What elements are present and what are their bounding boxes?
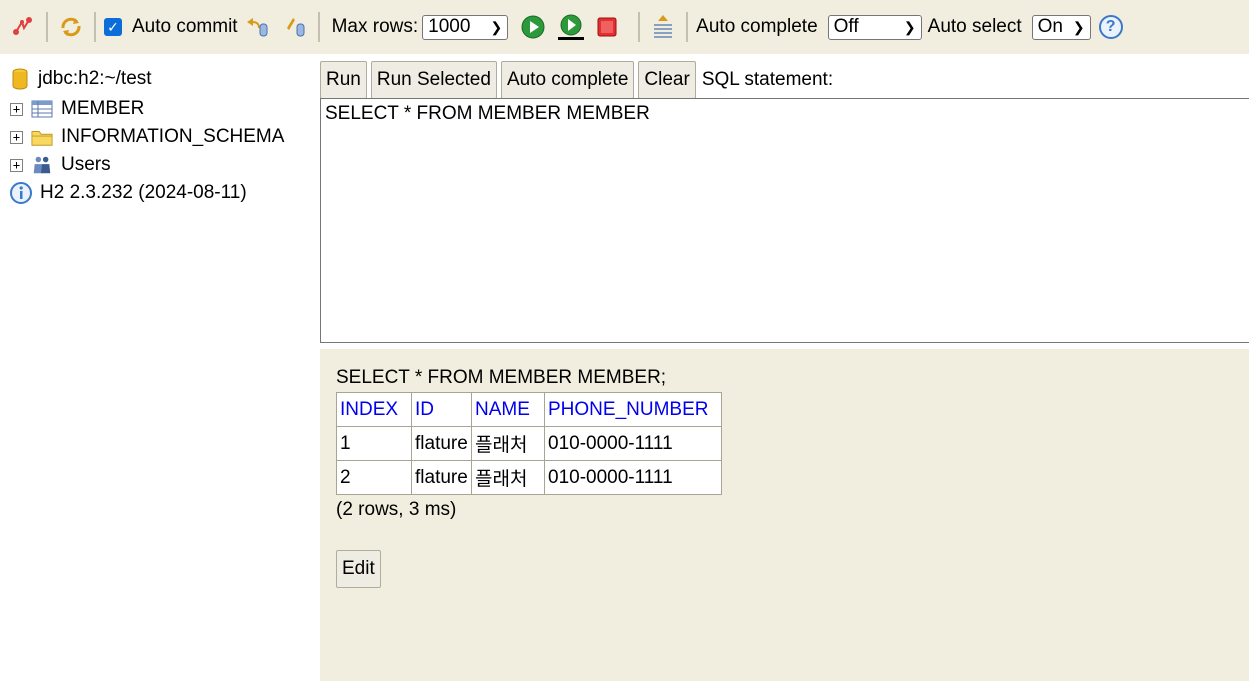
expand-icon[interactable]: + — [10, 158, 23, 172]
folder-icon — [31, 126, 53, 148]
table-header-row: INDEX ID NAME PHONE_NUMBER — [336, 392, 722, 427]
run-icon[interactable] — [518, 12, 548, 42]
auto-select-value: On — [1037, 16, 1063, 37]
table-cell: 플래처 — [471, 426, 545, 461]
column-header-phone-number[interactable]: PHONE_NUMBER — [544, 392, 722, 427]
toolbar-separator — [686, 12, 689, 42]
table-cell: 010-0000-1111 — [544, 460, 722, 495]
edit-button[interactable]: Edit — [336, 550, 381, 588]
toolbar-separator — [46, 12, 48, 42]
table-row: 2 flature 플래처 010-0000-1111 — [336, 460, 722, 495]
tree-item-users[interactable]: + Users — [10, 151, 320, 179]
version-label: H2 2.3.232 (2024-08-11) — [40, 182, 247, 203]
column-header-id[interactable]: ID — [411, 392, 472, 427]
toolbar-separator — [638, 12, 641, 42]
result-query: SELECT * FROM MEMBER MEMBER; — [336, 367, 667, 388]
table-cell: 010-0000-1111 — [544, 426, 722, 461]
result-status: (2 rows, 3 ms) — [336, 499, 457, 520]
commit-icon[interactable] — [280, 12, 310, 42]
max-rows-select[interactable]: 1000 ❯ — [422, 14, 509, 40]
tree-item-information-schema[interactable]: + INFORMATION_SCHEMA — [10, 123, 320, 151]
run-selected-button[interactable]: Run Selected — [370, 61, 497, 99]
result-panel: SELECT * FROM MEMBER MEMBER; INDEX ID NA… — [320, 349, 1249, 681]
tree-connection[interactable]: jdbc:h2:~/test — [10, 65, 320, 93]
chevron-down-icon: ❯ — [1072, 18, 1085, 35]
rollback-icon[interactable] — [242, 12, 272, 42]
column-header-name[interactable]: NAME — [471, 392, 545, 427]
sql-editor-area: Run Run Selected Auto complete Clear SQL… — [320, 54, 1249, 349]
toolbar-separator — [94, 12, 96, 42]
auto-complete-value: Off — [833, 16, 859, 37]
history-icon[interactable] — [648, 12, 678, 42]
info-icon — [10, 182, 32, 204]
database-icon — [10, 68, 30, 90]
users-icon — [31, 154, 53, 176]
auto-complete-select[interactable]: Off ❯ — [827, 14, 922, 40]
tree-item-member[interactable]: + MEMBER — [10, 95, 320, 123]
disconnect-icon[interactable] — [8, 12, 38, 42]
help-icon[interactable]: ? — [1098, 15, 1123, 39]
chevron-down-icon: ❯ — [903, 18, 916, 35]
tree-item-label: INFORMATION_SCHEMA — [61, 126, 285, 147]
clear-button[interactable]: Clear — [638, 61, 696, 99]
table-cell: flature — [411, 426, 472, 461]
tree-item-label: MEMBER — [61, 98, 145, 119]
chevron-down-icon: ❯ — [490, 18, 503, 35]
toolbar: ✓ Auto commit Max rows: 1000 ❯ Auto comp… — [0, 0, 1249, 54]
expand-icon[interactable]: + — [10, 102, 23, 116]
auto-select-label: Auto select — [927, 16, 1022, 37]
auto-select-select[interactable]: On ❯ — [1031, 14, 1091, 40]
max-rows-value: 1000 — [428, 16, 471, 37]
table-cell: 1 — [336, 426, 412, 461]
sql-statement-label: SQL statement: — [701, 69, 834, 90]
expand-icon[interactable]: + — [10, 130, 23, 144]
toolbar-separator — [317, 12, 320, 42]
stop-icon[interactable] — [592, 12, 622, 42]
run-button[interactable]: Run — [320, 61, 367, 99]
auto-complete-label: Auto complete — [696, 16, 818, 37]
tree-version: H2 2.3.232 (2024-08-11) — [10, 179, 320, 207]
auto-commit-checkbox[interactable]: ✓ — [104, 18, 122, 36]
run-selected-icon[interactable] — [556, 12, 586, 42]
sql-input[interactable]: SELECT * FROM MEMBER MEMBER — [320, 98, 1249, 343]
auto-commit-label: Auto commit — [132, 16, 238, 37]
refresh-icon[interactable] — [56, 12, 86, 42]
table-icon — [31, 98, 53, 120]
table-cell: flature — [411, 460, 472, 495]
tree-item-label: Users — [61, 154, 111, 175]
column-header-index[interactable]: INDEX — [336, 392, 412, 427]
editor-button-bar: Run Run Selected Auto complete Clear SQL… — [320, 54, 1249, 100]
table-row: 1 flature 플래처 010-0000-1111 — [336, 426, 722, 461]
table-cell: 2 — [336, 460, 412, 495]
table-cell: 플래처 — [471, 460, 545, 495]
database-tree: jdbc:h2:~/test + MEMBER + INFORMATION_SC… — [0, 54, 320, 681]
max-rows-label: Max rows: — [331, 16, 419, 37]
connection-label: jdbc:h2:~/test — [38, 68, 152, 89]
auto-complete-button[interactable]: Auto complete — [500, 61, 635, 99]
result-table: INDEX ID NAME PHONE_NUMBER 1 flature 플래처… — [336, 392, 722, 495]
